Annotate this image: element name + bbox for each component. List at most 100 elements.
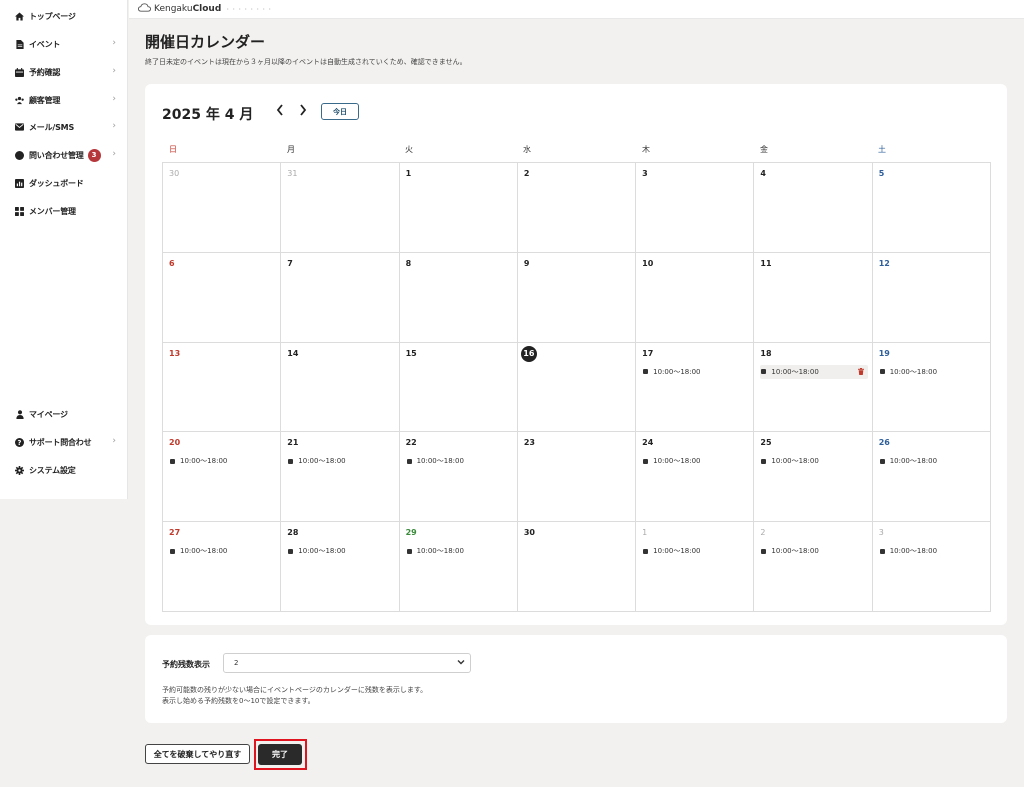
event-marker-icon	[643, 548, 649, 554]
event-item[interactable]: 10:00〜18:00	[879, 454, 986, 468]
sidebar-item-top[interactable]: トップページ	[0, 5, 128, 27]
chevron-right-icon: ›	[112, 149, 116, 159]
done-button[interactable]: 完了	[258, 744, 302, 765]
date-number: 27	[169, 528, 181, 538]
logo-tagline: ・・・・・・・・	[225, 6, 274, 13]
calendar-day-cell[interactable]: 16	[517, 342, 637, 433]
weekday-wed: 水	[523, 145, 531, 154]
calendar-day-cell[interactable]: 27 10:00〜18:00	[163, 522, 282, 612]
calendar-day-cell[interactable]: 4	[754, 163, 873, 253]
date-number: 12	[878, 258, 890, 268]
calendar-day-cell[interactable]: 26 10:00〜18:00	[872, 432, 991, 523]
calendar-day-cell[interactable]: 13	[163, 342, 282, 433]
calendar-day-cell[interactable]: 11	[754, 252, 873, 343]
app-logo[interactable]: KengakuCloud ・・・・・・・・	[137, 3, 274, 15]
today-button[interactable]: 今日	[321, 103, 359, 120]
calendar-day-cell[interactable]: 22 10:00〜18:00	[399, 432, 518, 523]
reset-button[interactable]: 全てを破棄してやり直す	[145, 744, 250, 764]
next-month-button[interactable]	[298, 103, 308, 121]
sidebar-item-customers[interactable]: 顧客管理 ›	[0, 89, 128, 111]
event-item[interactable]: 10:00〜18:00	[760, 454, 867, 468]
event-time: 10:00〜18:00	[653, 457, 701, 466]
sidebar-item-support[interactable]: ? サポート問合わせ ›	[0, 431, 128, 453]
date-number: 14	[287, 348, 299, 358]
event-item[interactable]: 10:00〜18:00	[287, 454, 394, 468]
calendar-day-cell[interactable]: 29 10:00〜18:00	[399, 522, 518, 612]
calendar-day-cell[interactable]: 18 10:00〜18:00	[754, 342, 873, 433]
today-date-number: 16	[520, 345, 537, 362]
sidebar-item-inquiries[interactable]: 問い合わせ管理 3 ›	[0, 144, 128, 166]
calendar-day-cell[interactable]: 20 10:00〜18:00	[163, 432, 282, 523]
sidebar-item-label: 予約確認	[29, 67, 61, 77]
calendar-day-cell[interactable]: 6	[163, 252, 282, 343]
calendar-day-cell[interactable]: 5	[872, 163, 991, 253]
sidebar-item-members[interactable]: メンバー管理	[0, 200, 128, 222]
event-item[interactable]: 10:00〜18:00	[879, 365, 986, 379]
event-item[interactable]: 10:00〜18:00	[287, 544, 394, 558]
calendar-day-cell[interactable]: 31	[281, 163, 400, 253]
calendar-day-cell[interactable]: 2 10:00〜18:00	[754, 522, 873, 612]
calendar-day-cell[interactable]: 2	[517, 163, 637, 253]
help-text: 予約可能数の残りが少ない場合にイベントページのカレンダーに残数を表示します。	[162, 686, 428, 694]
event-item[interactable]: 10:00〜18:00	[406, 544, 513, 558]
remaining-count-select[interactable]: 2	[223, 653, 471, 673]
event-item[interactable]: 10:00〜18:00	[879, 544, 986, 558]
calendar-day-cell[interactable]: 24 10:00〜18:00	[636, 432, 755, 523]
calendar-day-cell[interactable]: 1	[399, 163, 518, 253]
event-item[interactable]: 10:00〜18:00	[169, 454, 276, 468]
sidebar-item-system-settings[interactable]: システム設定	[0, 459, 128, 481]
calendar-day-cell[interactable]: 23	[517, 432, 637, 523]
calendar-day-cell[interactable]: 10	[636, 252, 755, 343]
calendar-day-cell[interactable]: 21 10:00〜18:00	[281, 432, 400, 523]
event-item[interactable]: 10:00〜18:00	[169, 544, 276, 558]
event-time: 10:00〜18:00	[889, 367, 938, 376]
event-time: 10:00〜18:00	[653, 547, 701, 556]
trash-icon[interactable]	[857, 367, 864, 377]
weekday-thu: 木	[642, 145, 650, 154]
prev-month-button[interactable]	[275, 103, 285, 121]
calendar-day-cell[interactable]: 7	[281, 252, 400, 343]
sidebar-item-mail[interactable]: メール/SMS ›	[0, 116, 128, 138]
sidebar-item-event[interactable]: イベント ›	[0, 33, 128, 55]
calendar-day-cell[interactable]: 3 10:00〜18:00	[872, 522, 991, 612]
calendar-day-cell[interactable]: 28 10:00〜18:00	[281, 522, 400, 612]
calendar-day-cell[interactable]: 17 10:00〜18:00	[636, 342, 755, 433]
event-marker-icon	[170, 458, 175, 464]
calendar-day-cell[interactable]: 14	[281, 342, 400, 433]
date-number: 3	[642, 169, 648, 178]
calendar-day-cell[interactable]: 19 10:00〜18:00	[872, 342, 991, 433]
event-item[interactable]: 10:00〜18:00	[642, 544, 749, 558]
date-number: 23	[523, 438, 535, 448]
event-marker-icon	[170, 548, 175, 554]
event-item[interactable]: 10:00〜18:00	[760, 364, 868, 379]
cloud-icon	[137, 3, 152, 15]
sidebar-item-mypage[interactable]: マイページ	[0, 403, 128, 425]
event-item[interactable]: 10:00〜18:00	[642, 365, 749, 379]
sidebar-item-reservations[interactable]: 予約確認 ›	[0, 61, 128, 83]
date-number: 21	[287, 438, 299, 448]
date-number: 6	[169, 258, 175, 268]
sidebar-item-label: サポート問合わせ	[29, 437, 92, 447]
calendar-day-cell[interactable]: 3	[636, 163, 755, 253]
date-number: 1	[642, 528, 648, 538]
calendar-day-cell[interactable]: 30	[517, 522, 637, 612]
month-title: 2025 年 4 月	[162, 107, 254, 123]
sidebar-item-label: トップページ	[29, 11, 76, 21]
date-number: 28	[287, 528, 299, 538]
calendar-day-cell[interactable]: 12	[872, 252, 991, 343]
event-item[interactable]: 10:00〜18:00	[406, 454, 513, 468]
calendar-day-cell[interactable]: 25 10:00〜18:00	[754, 432, 873, 523]
calendar-day-cell[interactable]: 8	[399, 252, 518, 343]
calendar-day-cell[interactable]: 30	[163, 163, 282, 253]
sidebar-item-dashboard[interactable]: ダッシュボード	[0, 172, 128, 194]
calendar-day-cell[interactable]: 1 10:00〜18:00	[636, 522, 755, 612]
date-number: 11	[760, 258, 772, 268]
chevron-down-icon	[457, 658, 465, 668]
event-item[interactable]: 10:00〜18:00	[642, 454, 749, 468]
date-number: 9	[523, 258, 530, 268]
calendar-day-cell[interactable]: 9	[517, 252, 637, 343]
grid-icon	[15, 206, 24, 216]
calendar-day-cell[interactable]: 15	[399, 342, 518, 433]
event-marker-icon	[288, 548, 294, 554]
event-item[interactable]: 10:00〜18:00	[760, 544, 867, 558]
